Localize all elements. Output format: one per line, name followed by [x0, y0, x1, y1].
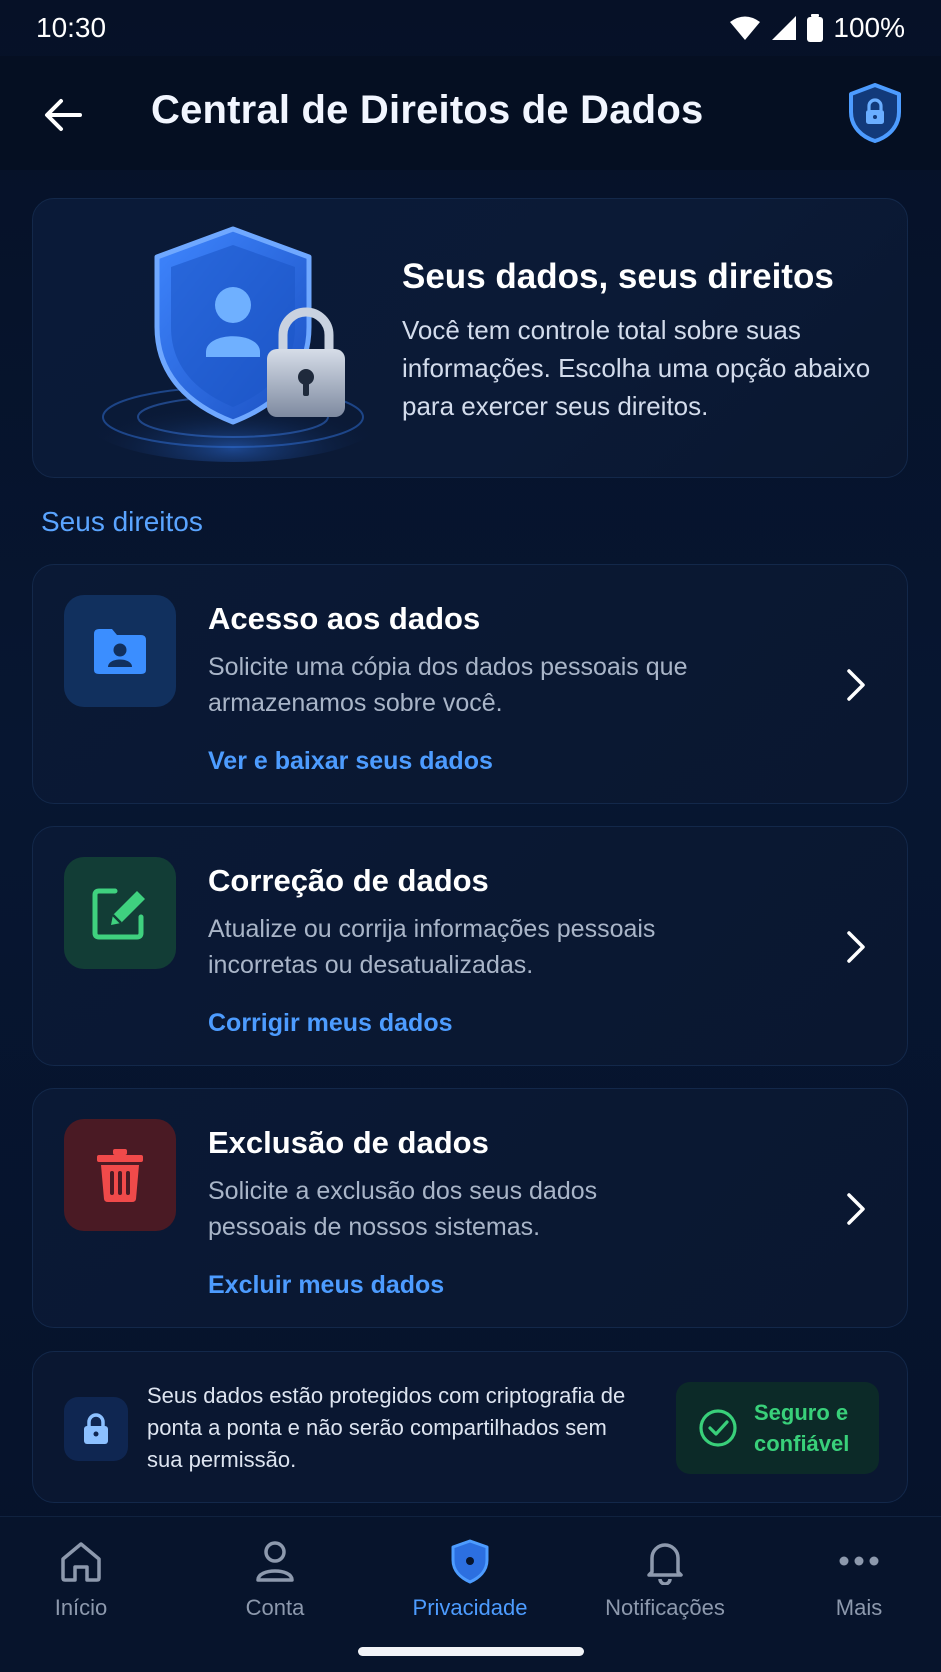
badge-label: Seguro e confiável — [754, 1400, 850, 1456]
wifi-icon — [730, 16, 761, 40]
nav-label: Início — [54, 1595, 108, 1620]
nav-item-privacy[interactable]: Privacidade — [380, 1537, 560, 1637]
chevron-right-icon — [847, 931, 865, 963]
right-card-access[interactable]: Acesso aos dados Solicite uma cópia dos … — [32, 564, 908, 804]
nav-item-more[interactable]: Mais — [769, 1537, 941, 1637]
right-card-correction[interactable]: Correção de dados Atualize ou corrija in… — [32, 826, 908, 1066]
edit-icon — [92, 888, 145, 940]
chevron-right-icon — [847, 1193, 865, 1225]
home-icon — [61, 1542, 101, 1582]
status-bar: 10:30 100% — [0, 0, 941, 56]
hero-card: Seus dados, seus direitos Você tem contr… — [32, 198, 908, 478]
section-label: Seus direitos — [41, 506, 203, 537]
security-text: Seus dados estão protegidos com criptogr… — [147, 1383, 626, 1472]
shield-lock-icon — [849, 83, 901, 143]
screen: 10:30 100% Central de Direitos de Dados — [0, 0, 941, 1672]
nav-label: Notificações — [605, 1595, 725, 1620]
correction-icon-box — [64, 857, 176, 969]
shield-lock-illustration-icon — [83, 226, 383, 462]
correct-data-link[interactable]: Corrigir meus dados — [208, 1009, 453, 1038]
nav-item-notifications[interactable]: Notificações — [575, 1537, 755, 1637]
right-card-deletion[interactable]: Exclusão de dados Solicite a exclusão do… — [32, 1088, 908, 1328]
card-title: Acesso aos dados — [208, 601, 481, 636]
home-indicator — [358, 1647, 584, 1656]
battery-icon — [807, 14, 824, 42]
card-description: Atualize ou corrija informações pessoais… — [208, 915, 656, 979]
hero-title: Seus dados, seus direitos — [402, 257, 834, 296]
app-bar: Central de Direitos de Dados — [0, 56, 941, 170]
deletion-icon-box — [64, 1119, 176, 1231]
card-title: Correção de dados — [208, 863, 489, 898]
nav-item-account[interactable]: Conta — [185, 1537, 365, 1637]
chevron-right-icon — [847, 669, 865, 701]
status-time: 10:30 — [36, 12, 107, 43]
user-icon — [256, 1541, 294, 1582]
delete-data-link[interactable]: Excluir meus dados — [208, 1271, 444, 1300]
check-circle-icon — [699, 1409, 737, 1447]
security-shield-button[interactable] — [846, 82, 904, 144]
nav-label: Mais — [835, 1595, 883, 1620]
shield-icon — [451, 1539, 489, 1584]
lock-icon — [84, 1413, 108, 1444]
security-note-card: Seus dados estão protegidos com criptogr… — [32, 1351, 908, 1503]
security-lock-box — [64, 1397, 128, 1461]
trash-icon — [97, 1149, 143, 1202]
back-button[interactable] — [38, 90, 88, 140]
nav-label: Privacidade — [412, 1595, 528, 1620]
card-description: Solicite uma cópia dos dados pessoais qu… — [208, 653, 688, 717]
secure-badge: Seguro e confiável — [676, 1382, 879, 1474]
card-description: Solicite a exclusão dos seus dados pesso… — [208, 1177, 598, 1241]
signal-icon — [772, 16, 797, 40]
more-icon — [839, 1556, 879, 1566]
nav-label: Conta — [245, 1595, 305, 1620]
status-icons: 100% — [729, 12, 905, 44]
arrow-left-icon — [45, 99, 82, 131]
page-title: Central de Direitos de Dados — [151, 88, 704, 132]
battery-level: 100% — [833, 12, 905, 43]
card-title: Exclusão de dados — [208, 1125, 489, 1160]
hero-description: Você tem controle total sobre suas infor… — [402, 315, 871, 421]
access-icon-box — [64, 595, 176, 707]
view-download-data-link[interactable]: Ver e baixar seus dados — [208, 747, 493, 776]
folder-user-icon — [94, 629, 146, 674]
nav-item-home[interactable]: Início — [0, 1537, 171, 1637]
bell-icon — [647, 1543, 683, 1585]
